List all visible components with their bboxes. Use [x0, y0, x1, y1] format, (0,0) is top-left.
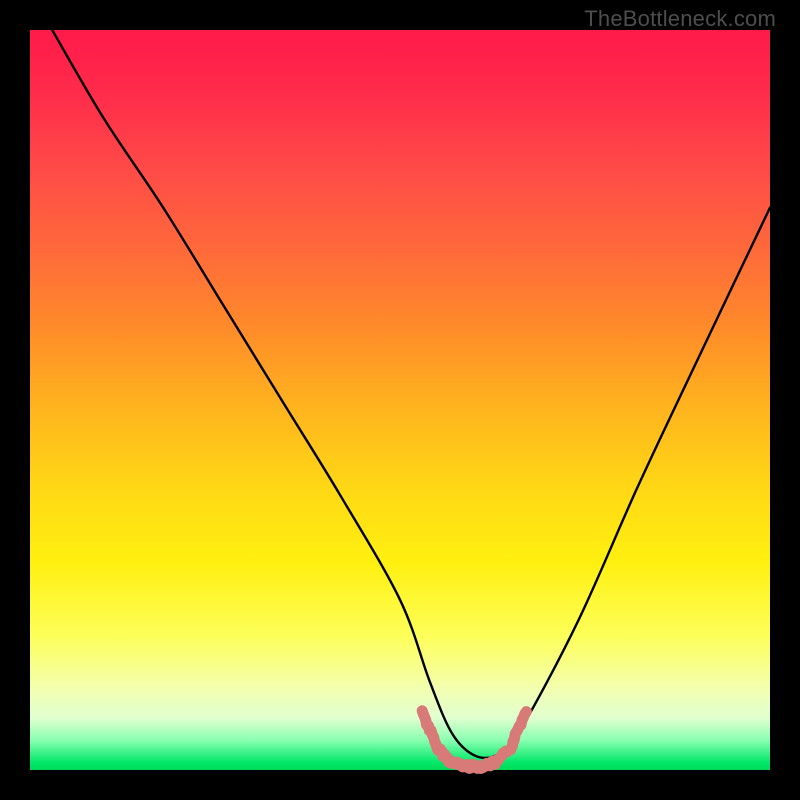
- watermark-text: TheBottleneck.com: [584, 6, 776, 32]
- chart-gradient-background: [30, 30, 770, 770]
